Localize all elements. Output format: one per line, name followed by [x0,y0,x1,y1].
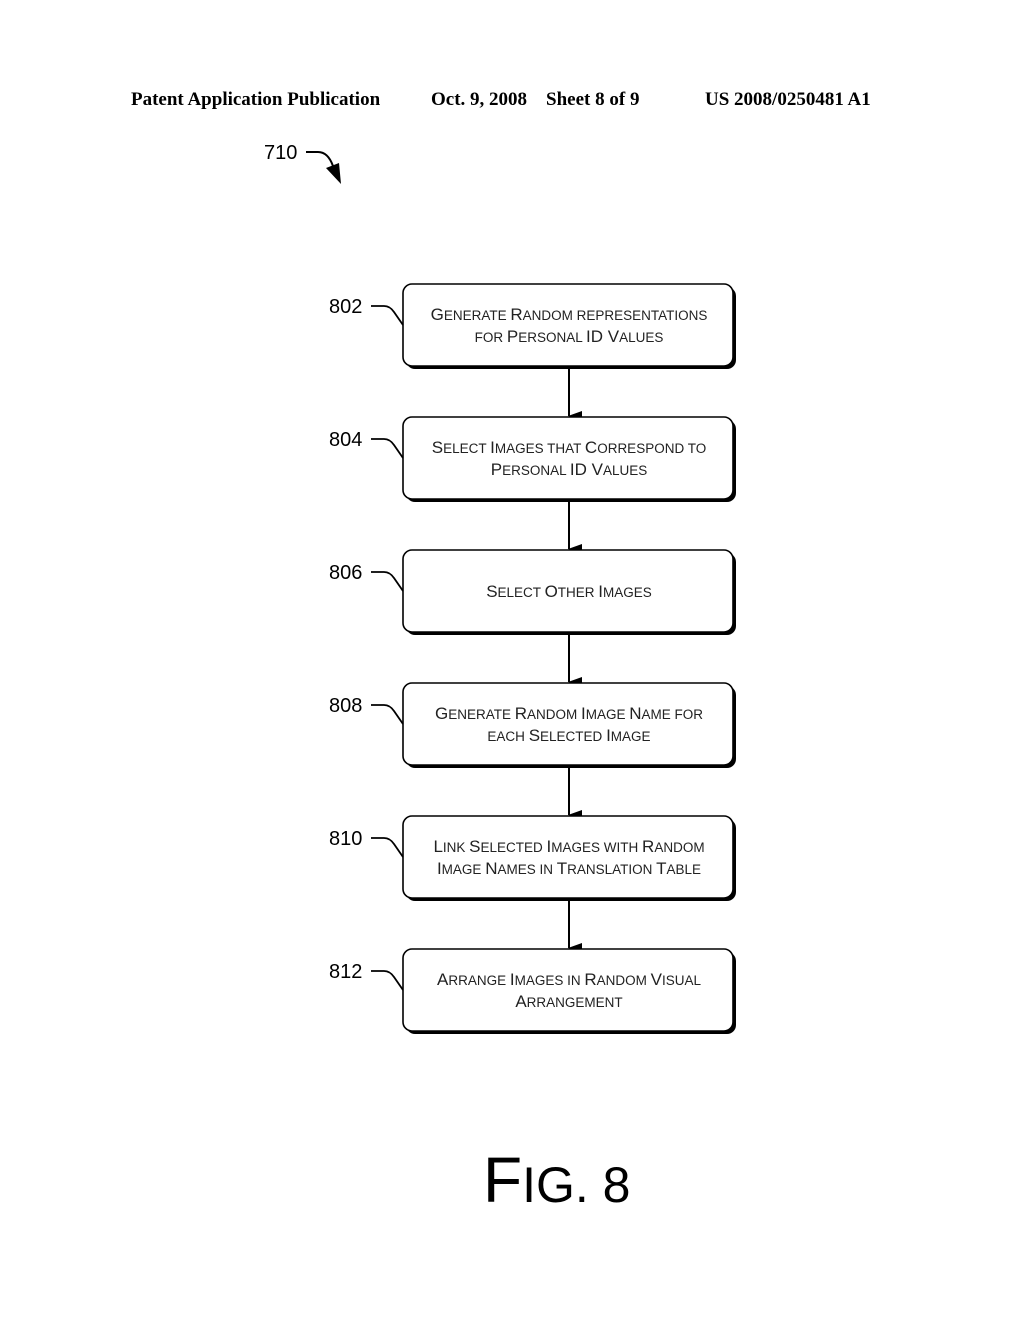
leader-line [371,571,404,592]
step-text-line: EACH SELECTED IMAGE [487,726,650,745]
step-box [402,815,734,899]
leader-line [371,837,404,858]
figure-label-rest: IG. 8 [522,1157,630,1213]
flowchart: 710 GENERATE RANDOM REPRESENTATIONS FOR P… [264,142,736,1216]
step-text-line: LINK SELECTED IMAGES WITH RANDOM [433,837,704,856]
step-text-line: FOR PERSONAL ID VALUES [475,327,664,346]
step-text-line: ARRANGEMENT [515,992,622,1011]
process-step-802: GENERATE RANDOM REPRESENTATIONS FOR PERSO… [329,283,736,369]
reference-number-812: 812 [329,961,362,983]
step-text-line: IMAGE NAMES IN TRANSLATION TABLE [437,859,701,878]
step-text-line: GENERATE RANDOM REPRESENTATIONS [431,305,708,324]
step-text-line: PERSONAL ID VALUES [491,460,647,479]
leader-line [371,704,404,725]
leader-line [371,305,404,326]
reference-number-802: 802 [329,296,362,318]
reference-number-808: 808 [329,695,362,717]
reference-number-806: 806 [329,562,362,584]
process-step-808: GENERATE RANDOM IMAGE NAME FOR EACH SELEC… [329,682,736,768]
process-step-812: ARRANGE IMAGES IN RANDOM VISUAL ARRANGEME… [329,948,736,1034]
step-box [402,948,734,1032]
step-text-line: ARRANGE IMAGES IN RANDOM VISUAL [437,970,701,989]
reference-number-710: 710 [264,142,297,164]
step-text-line: SELECT IMAGES THAT CORRESPOND TO [432,438,706,457]
leader-line [371,970,404,991]
reference-number-804: 804 [329,429,362,451]
process-step-804: SELECT IMAGES THAT CORRESPOND TO PERSONAL… [329,416,736,502]
step-box [402,416,734,500]
figure-label-first: F [483,1144,522,1216]
reference-number-810: 810 [329,828,362,850]
step-text-line: GENERATE RANDOM IMAGE NAME FOR [435,704,703,723]
step-box [402,682,734,766]
reference-arrow-710 [306,151,341,184]
figure-label: FIG. 8 [483,1144,630,1216]
step-text-line: SELECT OTHER IMAGES [486,582,652,601]
step-box [402,283,734,367]
process-step-810: LINK SELECTED IMAGES WITH RANDOM IMAGE NA… [329,815,736,901]
process-step-806: SELECT OTHER IMAGES 806 [329,549,736,635]
leader-line [371,438,404,459]
